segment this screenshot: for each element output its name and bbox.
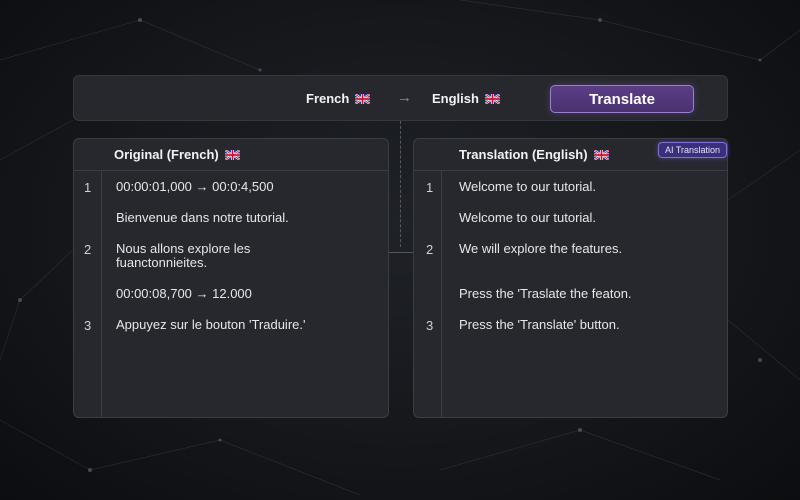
- line-number: 3: [426, 318, 434, 333]
- translated-text[interactable]: We will explore the features.: [459, 242, 721, 256]
- line-number: 1: [84, 180, 92, 195]
- translated-text[interactable]: Press the 'Traslate the featon.: [459, 287, 721, 301]
- language-toolbar: French → English Translate: [73, 75, 728, 121]
- translated-text[interactable]: Press the 'Translate' button.: [459, 318, 721, 332]
- target-language-selector[interactable]: English: [432, 91, 500, 106]
- target-language-label: English: [432, 91, 479, 106]
- original-panel-header: Original (French): [74, 139, 388, 171]
- subtitle-text[interactable]: Appuyez sur le bouton 'Traduire.': [116, 318, 378, 332]
- line-number-gutter: [441, 171, 442, 417]
- translate-button[interactable]: Translate: [550, 85, 694, 113]
- subtitle-text[interactable]: Nous allons explore les fuanctonnieites.: [116, 242, 316, 270]
- uk-flag-icon: [224, 149, 240, 160]
- ai-translation-badge: AI Translation: [658, 142, 728, 158]
- original-panel: Original (French) 1 00:00:01,000 → 00:0:…: [73, 138, 389, 418]
- line-number: 2: [84, 242, 92, 257]
- connector-line: [400, 121, 401, 247]
- subtitle-timestamp[interactable]: 00:00:08,700 → 12.000: [116, 287, 378, 301]
- line-number: 2: [426, 242, 434, 257]
- line-number: 1: [426, 180, 434, 195]
- uk-flag-icon: [355, 93, 371, 104]
- subtitle-timestamp[interactable]: 00:00:01,000 → 00:0:4,500: [116, 180, 378, 194]
- arrow-right-icon: →: [397, 89, 412, 106]
- translation-panel: Translation (English) 1 Welcome to our t…: [413, 138, 728, 418]
- source-language-label: French: [306, 91, 350, 106]
- translated-text[interactable]: Welcome to our tutorial.: [459, 211, 721, 225]
- uk-flag-icon: [593, 149, 609, 160]
- source-language-selector[interactable]: French: [306, 91, 371, 106]
- translated-text[interactable]: Welcome to our tutorial.: [459, 180, 721, 194]
- line-number: 3: [84, 318, 92, 333]
- translation-panel-title: Translation (English): [459, 147, 588, 162]
- uk-flag-icon: [484, 93, 500, 104]
- connector-line-horizontal: [389, 252, 413, 253]
- original-panel-title: Original (French): [114, 147, 219, 162]
- line-number-gutter: [101, 171, 102, 417]
- subtitle-text[interactable]: Bienvenue dans notre tutorial.: [116, 211, 378, 225]
